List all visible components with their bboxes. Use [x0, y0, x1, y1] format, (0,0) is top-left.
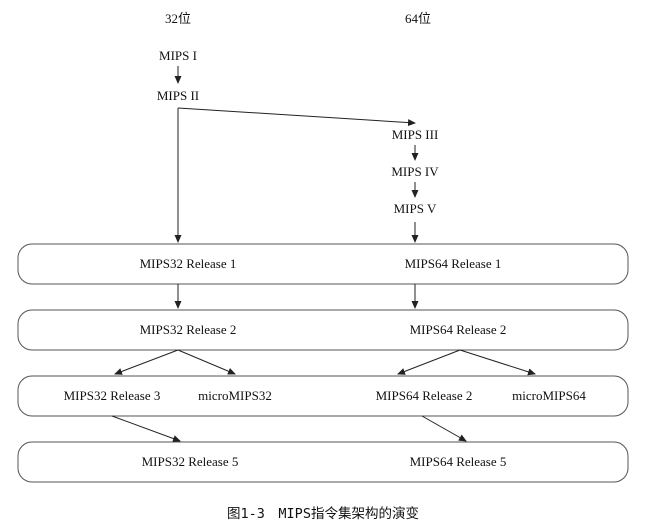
arrow-r32-2-to-micro32 [177, 349, 236, 375]
node-mips-i: MIPS I [159, 48, 197, 63]
release-5-band [17, 441, 629, 483]
node-mips32-release-3: MIPS32 Release 3 [64, 388, 161, 403]
node-mips-ii: MIPS II [157, 88, 199, 103]
node-mips64-release-2: MIPS64 Release 2 [410, 322, 507, 337]
arrow-r32-2-to-r32-3 [114, 349, 179, 375]
release-2-band [17, 309, 629, 351]
figure-caption: 图1-3 MIPS指令集架构的演变 [227, 506, 419, 522]
arrow-r64-2-to-r64-2b [397, 349, 461, 375]
arrow-r64-2-to-micro64 [459, 349, 536, 376]
arrow-r32-3-to-r32-5 [111, 415, 181, 442]
node-mips64-release-5: MIPS64 Release 5 [410, 454, 507, 469]
node-mips64-release-1: MIPS64 Release 1 [405, 256, 502, 271]
release-1-band [17, 243, 629, 285]
arrow-mips2-to-mips3 [177, 107, 416, 127]
node-mips32-release-5: MIPS32 Release 5 [142, 454, 239, 469]
arrow-r64-2b-to-r64-5 [421, 415, 467, 442]
node-micromips32: microMIPS32 [198, 388, 272, 403]
node-mips-v: MIPS V [394, 201, 437, 216]
node-mips-iii: MIPS III [392, 127, 439, 142]
node-mips-iv: MIPS IV [391, 164, 439, 179]
node-micromips64: microMIPS64 [512, 388, 586, 403]
column-header-64bit: 64位 [405, 11, 431, 26]
node-mips32-release-1: MIPS32 Release 1 [140, 256, 237, 271]
mips-evolution-diagram: 32位 64位 MIPS I MIPS II MIPS III MIPS IV … [17, 11, 629, 522]
column-header-32bit: 32位 [165, 11, 191, 26]
node-mips32-release-2: MIPS32 Release 2 [140, 322, 237, 337]
node-mips64-release-2-b: MIPS64 Release 2 [376, 388, 473, 403]
